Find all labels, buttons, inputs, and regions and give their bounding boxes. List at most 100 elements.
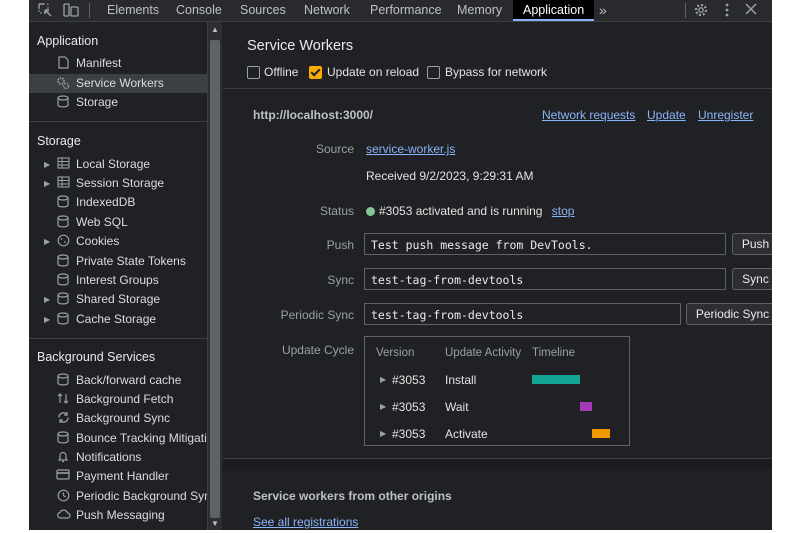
expand-arrow-icon[interactable]: ▶ <box>380 370 386 390</box>
tab-application[interactable]: Application <box>513 0 595 21</box>
table-row[interactable]: ▶ #3053 Wait <box>365 397 629 417</box>
network-requests-link[interactable]: Network requests <box>542 108 635 122</box>
database-icon <box>56 292 70 306</box>
sidebar-item-local-storage[interactable]: ▶ Local Storage <box>29 155 207 174</box>
periodic-sync-button[interactable]: Periodic Sync <box>686 303 772 325</box>
expand-arrow-icon[interactable]: ▶ <box>380 424 386 444</box>
devtools-tabbar: Elements Console Sources Network Perform… <box>29 0 772 22</box>
sync-arrows-icon <box>56 392 70 406</box>
sidebar-item-label: Shared Storage <box>76 292 161 306</box>
timeline-bar-activate <box>592 429 610 438</box>
sidebar-scroll-thumb[interactable] <box>210 40 220 518</box>
periodic-sync-label: Periodic Sync <box>280 308 354 322</box>
database-icon <box>56 273 70 287</box>
cookie-icon <box>56 234 70 248</box>
sidebar-item-background-sync[interactable]: Background Sync <box>29 409 207 428</box>
sidebar-item-service-workers[interactable]: Service Workers <box>29 74 207 93</box>
sidebar-item-background-fetch[interactable]: Background Fetch <box>29 390 207 409</box>
sidebar-item-shared-storage[interactable]: ▶ Shared Storage <box>29 290 207 309</box>
scroll-up-icon[interactable]: ▲ <box>209 25 221 34</box>
unregister-link[interactable]: Unregister <box>698 108 753 122</box>
gear-icon[interactable] <box>693 3 709 17</box>
tab-memory[interactable]: Memory <box>455 0 504 21</box>
bypass-for-network-label[interactable]: Bypass for network <box>445 65 547 79</box>
clock-icon <box>56 489 70 503</box>
column-header-timeline: Timeline <box>532 347 576 359</box>
sidebar-item-push-messaging[interactable]: Push Messaging <box>29 506 207 525</box>
expand-arrow-icon[interactable]: ▶ <box>44 155 50 174</box>
sidebar-item-indexeddb[interactable]: IndexedDB <box>29 193 207 212</box>
section-heading-application: Application <box>37 34 99 48</box>
table-row[interactable]: ▶ #3053 Activate <box>365 424 629 444</box>
sidebar-item-label: Private State Tokens <box>76 254 186 268</box>
scroll-down-icon[interactable]: ▼ <box>209 519 221 528</box>
expand-arrow-icon[interactable]: ▶ <box>44 174 50 193</box>
sidebar-item-bounce-tracking[interactable]: Bounce Tracking Mitigations <box>29 429 207 448</box>
database-icon <box>56 215 70 229</box>
sidebar-item-interest-groups[interactable]: Interest Groups <box>29 271 207 290</box>
sidebar-item-manifest[interactable]: Manifest <box>29 54 207 73</box>
update-cycle-label: Update Cycle <box>281 343 354 357</box>
sidebar-item-label: Bounce Tracking Mitigations <box>76 431 207 445</box>
close-icon[interactable] <box>743 3 759 17</box>
table-icon <box>56 157 70 171</box>
sidebar-item-label: Web SQL <box>76 215 128 229</box>
status-label: Status <box>319 204 354 218</box>
tab-network[interactable]: Network <box>302 0 352 21</box>
sidebar-item-label: Periodic Background Sync <box>76 489 207 503</box>
update-on-reload-label[interactable]: Update on reload <box>327 65 419 79</box>
more-vert-icon[interactable] <box>719 3 735 17</box>
sidebar-item-storage[interactable]: Storage <box>29 93 207 112</box>
more-tabs-icon[interactable]: » <box>597 0 609 21</box>
status-text: #3053 activated and is running <box>379 204 543 218</box>
sidebar-item-label: Service Workers <box>76 76 164 90</box>
expand-arrow-icon[interactable]: ▶ <box>44 290 50 309</box>
sidebar-item-session-storage[interactable]: ▶ Session Storage <box>29 174 207 193</box>
push-input[interactable]: Test push message from DevTools. <box>364 233 726 255</box>
sidebar: Application Manifest Service Workers Sto… <box>29 22 208 530</box>
status-dot-icon <box>366 207 375 216</box>
see-all-registrations-link[interactable]: See all registrations <box>253 515 358 529</box>
gears-icon <box>56 76 70 90</box>
sidebar-item-label: Background Fetch <box>76 392 174 406</box>
tab-sources[interactable]: Sources <box>238 0 288 21</box>
service-workers-panel: Service Workers Offline Update on reload… <box>223 22 772 530</box>
sidebar-item-private-state-tokens[interactable]: Private State Tokens <box>29 252 207 271</box>
periodic-sync-input[interactable]: test-tag-from-devtools <box>364 303 681 325</box>
sidebar-item-cache-storage[interactable]: ▶ Cache Storage <box>29 310 207 329</box>
sidebar-item-label: Push Messaging <box>76 508 165 522</box>
device-toolbar-icon[interactable] <box>63 3 79 17</box>
tab-console[interactable]: Console <box>174 0 224 21</box>
sync-button[interactable]: Sync <box>732 268 772 290</box>
offline-checkbox[interactable] <box>247 66 260 79</box>
sync-input[interactable]: test-tag-from-devtools <box>364 268 726 290</box>
table-row[interactable]: ▶ #3053 Install <box>365 370 629 390</box>
source-file-link[interactable]: service-worker.js <box>366 142 455 156</box>
sidebar-item-periodic-background-sync[interactable]: Periodic Background Sync <box>29 487 207 506</box>
sidebar-item-web-sql[interactable]: Web SQL <box>29 213 207 232</box>
expand-arrow-icon[interactable]: ▶ <box>44 232 50 251</box>
column-header-version: Version <box>376 347 415 359</box>
sidebar-item-label: Payment Handler <box>76 469 169 483</box>
sidebar-item-cookies[interactable]: ▶ Cookies <box>29 232 207 251</box>
offline-label[interactable]: Offline <box>264 65 298 79</box>
sync-label: Sync <box>327 273 354 287</box>
timeline-bar-wait <box>580 402 592 411</box>
cloud-icon <box>56 508 71 522</box>
bypass-for-network-checkbox[interactable] <box>427 66 440 79</box>
tab-performance[interactable]: Performance <box>368 0 444 21</box>
sidebar-item-back-forward-cache[interactable]: Back/forward cache <box>29 371 207 390</box>
sidebar-item-payment-handler[interactable]: Payment Handler <box>29 467 207 486</box>
worker-origin: http://localhost:3000/ <box>253 108 374 122</box>
sidebar-item-label: Background Sync <box>76 411 171 425</box>
sidebar-item-notifications[interactable]: Notifications <box>29 448 207 467</box>
expand-arrow-icon[interactable]: ▶ <box>44 310 50 329</box>
tab-elements[interactable]: Elements <box>105 0 161 21</box>
inspect-element-icon[interactable] <box>37 3 53 17</box>
sidebar-item-label: Back/forward cache <box>76 373 182 387</box>
expand-arrow-icon[interactable]: ▶ <box>380 397 386 417</box>
update-on-reload-checkbox[interactable] <box>309 66 322 79</box>
update-link[interactable]: Update <box>647 108 686 122</box>
stop-link[interactable]: stop <box>552 204 575 218</box>
push-button[interactable]: Push <box>732 233 772 255</box>
